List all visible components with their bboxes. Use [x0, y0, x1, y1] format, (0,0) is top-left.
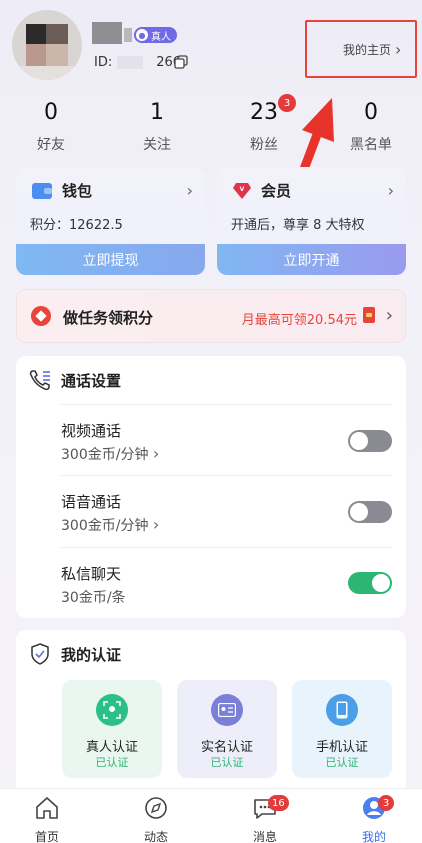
id-card-icon	[211, 694, 243, 726]
tab-label: 消息	[252, 830, 277, 843]
voice-call-price[interactable]: 300金币/分钟 ›	[61, 515, 159, 535]
username-blurred	[92, 22, 122, 44]
stat-value: 0	[44, 100, 58, 125]
stat-following[interactable]: 1 关注	[117, 100, 197, 154]
tab-me[interactable]: 我的	[344, 795, 404, 843]
chevron-right-icon: ›	[387, 181, 394, 200]
person-icon: ●	[136, 29, 148, 41]
call-settings-title: 通话设置	[61, 372, 122, 390]
username-blurred-part	[124, 28, 132, 42]
verify-title: 真人认证	[85, 740, 138, 755]
phone-settings-icon	[29, 370, 50, 391]
voice-call-title: 语音通话	[61, 493, 122, 511]
task-banner[interactable]: 做任务领积分 月最高可领20.54元 ›	[16, 289, 406, 343]
stat-label: 黑名单	[350, 137, 392, 153]
private-chat-price: 30金币/条	[61, 590, 126, 606]
wallet-icon	[32, 182, 52, 199]
verify-status: 已认证	[210, 756, 244, 769]
real-person-verification[interactable]: 真人认证 已认证	[62, 680, 162, 778]
tab-home[interactable]: 首页	[17, 795, 77, 843]
chevron-right-icon: ›	[186, 181, 193, 200]
video-call-price[interactable]: 300金币/分钟 ›	[61, 444, 159, 464]
verify-status: 已认证	[95, 756, 129, 769]
task-title: 做任务领积分	[63, 309, 154, 327]
divider	[61, 404, 392, 405]
me-badge: 3	[378, 795, 394, 811]
chevron-right-icon: ›	[152, 444, 160, 463]
vip-title: V 会员	[233, 180, 291, 201]
uid-blurred	[117, 56, 143, 69]
verify-title: 手机认证	[315, 740, 368, 755]
vip-privileges: 开通后，尊享 8 大特权	[231, 218, 365, 233]
activate-vip-button[interactable]: 立即开通	[217, 244, 406, 275]
messages-badge: 16	[268, 795, 289, 811]
verification-card: 我的认证 真人认证 已认证 实名认证 已认证 手机认证 已认证	[16, 630, 406, 800]
vip-diamond-icon: V	[233, 182, 251, 199]
vip-title-label: 会员	[261, 182, 292, 200]
withdraw-button[interactable]: 立即提现	[16, 244, 205, 275]
real-name-verification[interactable]: 实名认证 已认证	[177, 680, 277, 778]
stat-value: 1	[150, 100, 164, 125]
tab-label: 动态	[143, 830, 168, 843]
stat-label: 粉丝	[250, 137, 278, 153]
verification-title: 我的认证	[61, 646, 122, 664]
home-icon	[36, 797, 58, 819]
real-person-badge: ● 真人	[134, 27, 177, 43]
video-call-title: 视频通话	[61, 422, 122, 440]
vip-card[interactable]: V 会员 › 开通后，尊享 8 大特权 立即开通	[217, 167, 406, 275]
chevron-right-icon: ›	[385, 305, 393, 326]
video-call-price-label: 300金币/分钟	[61, 447, 149, 463]
avatar[interactable]	[12, 10, 82, 80]
stat-label: 好友	[37, 137, 65, 153]
divider	[61, 547, 392, 548]
copy-icon[interactable]	[174, 55, 188, 69]
task-diamond-icon	[31, 306, 51, 326]
stat-label: 关注	[143, 137, 171, 153]
video-call-toggle[interactable]	[348, 430, 392, 452]
uid-prefix: ID:	[94, 55, 113, 70]
phone-verification[interactable]: 手机认证 已认证	[292, 680, 392, 778]
stat-blacklist[interactable]: 0 黑名单	[331, 100, 411, 154]
svg-text:V: V	[240, 186, 245, 193]
tab-label: 我的	[361, 830, 386, 843]
stat-value: 0	[364, 100, 378, 125]
divider	[61, 475, 392, 476]
voice-call-toggle[interactable]	[348, 501, 392, 523]
chevron-right-icon: ›	[395, 40, 402, 59]
shield-check-icon	[31, 643, 49, 665]
call-settings-card: 通话设置 视频通话 300金币/分钟 › 语音通话 300金币/分钟 › 私信聊…	[16, 356, 406, 618]
real-badge-label: 真人	[151, 31, 171, 43]
wallet-points: 积分：12622.5	[30, 218, 123, 233]
phone-icon	[326, 694, 358, 726]
stat-friends[interactable]: 0 好友	[11, 100, 91, 154]
tab-label: 首页	[34, 830, 59, 843]
red-envelope-icon	[363, 307, 375, 323]
wallet-title: 钱包	[32, 180, 92, 201]
my-homepage-link[interactable]: 我的主页 ›	[343, 40, 401, 59]
private-chat-toggle[interactable]	[348, 572, 392, 594]
verify-status: 已认证	[325, 756, 359, 769]
bottom-tab-bar: 首页 动态 消息 16 我的 3	[0, 788, 422, 843]
home-link-label: 我的主页	[343, 43, 392, 57]
compass-icon	[145, 797, 167, 819]
fans-badge: 3	[278, 94, 296, 112]
chevron-right-icon: ›	[152, 515, 160, 534]
private-chat-title: 私信聊天	[61, 565, 122, 583]
wallet-card[interactable]: 钱包 › 积分：12622.5 立即提现	[16, 167, 205, 275]
wallet-title-label: 钱包	[62, 182, 93, 200]
tab-moments[interactable]: 动态	[126, 795, 186, 843]
face-scan-icon	[96, 694, 128, 726]
verify-title: 实名认证	[200, 740, 253, 755]
task-reward: 月最高可领20.54元	[241, 313, 357, 328]
voice-call-price-label: 300金币/分钟	[61, 518, 149, 534]
